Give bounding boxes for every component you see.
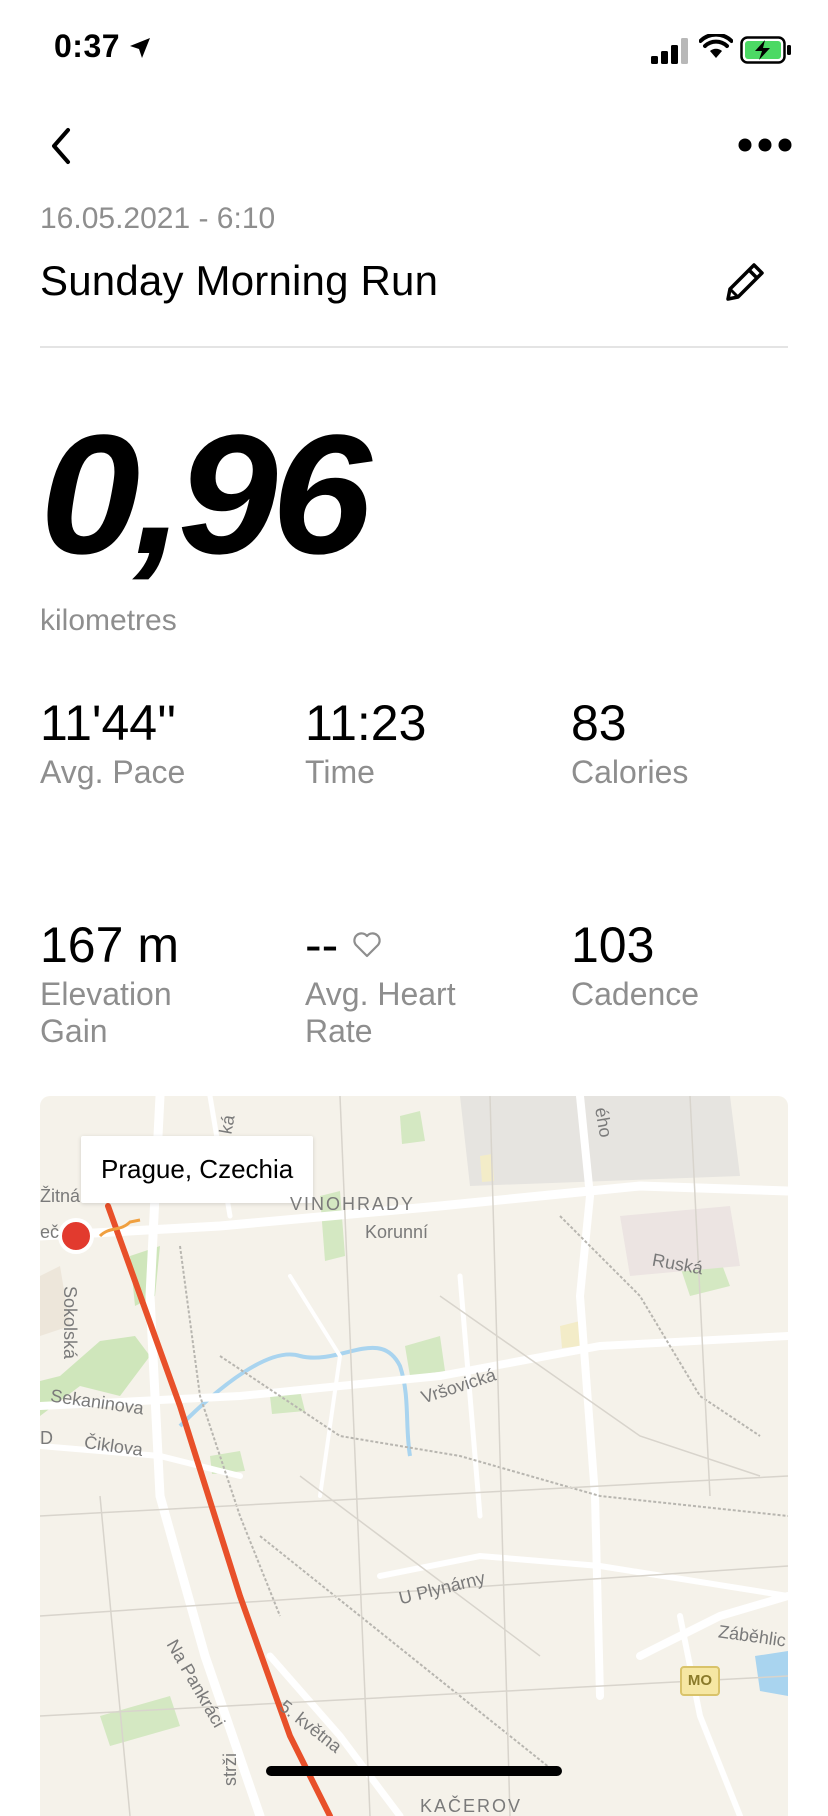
map-label-ka: ká — [215, 1113, 239, 1136]
stat-avg-heart-rate: -- Avg. Heart Rate — [305, 920, 535, 1050]
battery-charging-icon — [740, 36, 791, 64]
location-callout[interactable]: Prague, Czechia — [81, 1136, 314, 1203]
map-label-korunni: Korunní — [365, 1222, 429, 1242]
map-label-stri: strži — [220, 1753, 240, 1786]
map-label-ec: eč — [40, 1222, 60, 1242]
more-options-button[interactable] — [738, 130, 792, 160]
stat-value: -- — [305, 917, 339, 973]
status-bar: 0:37 — [0, 0, 828, 100]
stat-value: 83 — [571, 695, 627, 751]
map-label-sokolska: Sokolská — [60, 1286, 80, 1360]
stat-avg-pace: 11'44'' Avg. Pace — [40, 698, 270, 791]
pencil-icon — [726, 263, 764, 301]
heart-outline-icon — [353, 932, 381, 958]
ellipsis-icon — [738, 138, 792, 152]
stat-value: 11'44'' — [40, 695, 177, 751]
stat-value: 103 — [571, 917, 655, 973]
wifi-icon — [699, 34, 733, 58]
stat-cadence: 103 Cadence — [571, 920, 801, 1013]
stat-value: 11:23 — [305, 695, 427, 751]
home-indicator[interactable] — [266, 1766, 562, 1776]
map-label-vinohrady: VINOHRADY — [290, 1194, 416, 1214]
route-map[interactable]: Prague, Czechia VINOHRADY Korunní Ruská … — [40, 1096, 788, 1816]
distance-value: 0,96 — [40, 400, 372, 590]
nav-bar — [0, 110, 828, 180]
map-label-d: D — [40, 1428, 53, 1448]
location-arrow-icon — [130, 38, 150, 58]
activity-date: 16.05.2021 - 6:10 — [40, 202, 276, 235]
map-label-kacerov: KAČEROV — [420, 1796, 523, 1816]
stat-label: Time — [305, 754, 375, 790]
map-label-zitna: Žitná — [40, 1186, 81, 1206]
stat-calories: 83 Calories — [571, 698, 801, 791]
edit-title-button[interactable] — [720, 257, 770, 307]
header-divider — [40, 346, 788, 348]
activity-title: Sunday Morning Run — [40, 257, 439, 304]
stat-label: Avg. Heart Rate — [305, 976, 456, 1049]
stat-label: Avg. Pace — [40, 754, 186, 790]
stat-label: Cadence — [571, 976, 700, 1012]
back-button[interactable] — [40, 124, 84, 168]
metro-badge: MO — [680, 1666, 720, 1696]
stat-value: 167 m — [40, 917, 179, 973]
stat-label: Elevation Gain — [40, 976, 172, 1049]
chevron-left-icon — [52, 128, 70, 164]
stat-label: Calories — [571, 754, 689, 790]
status-time: 0:37 — [54, 28, 121, 64]
distance-unit: kilometres — [40, 604, 177, 637]
start-marker — [58, 1218, 94, 1254]
stat-time: 11:23 Time — [305, 698, 535, 791]
stat-elevation-gain: 167 m Elevation Gain — [40, 920, 270, 1050]
cellular-signal-icon — [651, 38, 688, 64]
stat-value-row: -- — [305, 920, 535, 970]
